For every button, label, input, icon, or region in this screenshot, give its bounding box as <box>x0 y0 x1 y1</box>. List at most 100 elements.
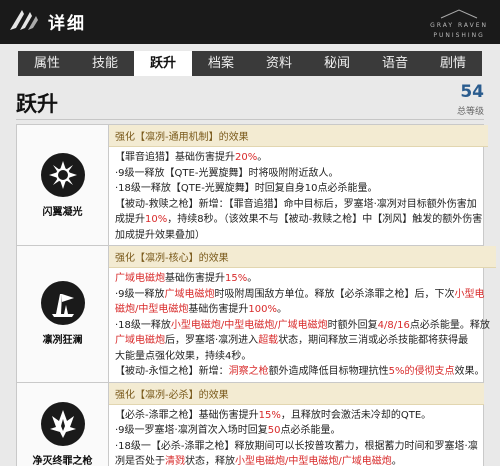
tab-bar: 属性 技能 跃升 档案 资料 秘闻 语音 剧情 <box>18 51 482 76</box>
flag-tower-icon <box>40 281 85 326</box>
highlight-text: 15% <box>225 273 248 284</box>
top-bar: 详细 GRAY RAVEN PUNISHING <box>0 0 500 44</box>
skill-heading: 强化【凛冽-核心】的效果 <box>109 246 496 268</box>
highlight-text: 4/8/16 <box>377 319 410 331</box>
skill-text: 【罪音追猎】基础伤害提升 <box>115 152 235 163</box>
highlight-text: 广域电磁炮 <box>164 288 215 300</box>
highlight-text: 100% <box>248 304 277 315</box>
brand-mark-icon <box>440 9 478 19</box>
skill-text: 【必杀-涤罪之枪】基础伤害提升 <box>115 409 259 421</box>
skill-table: 闪翼凝光 强化【凛冽-通用机制】的效果 【罪音追猎】基础伤害提升20%。 ·9级一… <box>16 124 496 466</box>
skill-body: 强化【凛冽-核心】的效果 广域电磁炮基础伤害提升15%。 ·9级一释放广域电磁炮时… <box>109 246 496 382</box>
brand-line-1: GRAY RAVEN <box>430 22 488 29</box>
highlight-text: 5% <box>388 366 405 377</box>
skill-line: 磁炮/中型电磁炮基础伤害提升100%。 <box>115 302 490 318</box>
skill-heading: 强化【凛冽-通用机制】的效果 <box>109 125 489 147</box>
skill-line: 冽是否处于清戮状态，释放小型电磁炮/中型电磁炮/广域电磁炮。 <box>115 454 478 466</box>
highlight-text: 20% <box>235 152 258 163</box>
skill-line: 广域电磁炮基础伤害提升15%。 <box>115 271 490 287</box>
skill-line: ·18级一释放小型电磁炮/中型电磁炮/广域电磁炮时额外回复4/8/16点必杀能量… <box>115 318 490 334</box>
skill-line: 广域电磁炮后，罗塞塔·凛冽进入超载状态，期间释放三消或必杀技能都将获得最 <box>115 333 490 349</box>
tab-ascension[interactable]: 跃升 <box>134 51 192 76</box>
skill-line: 成提升10%，持续8秒。（该效果不与【被动-救赎之枪】中【冽风】触发的额外伤害 <box>115 212 482 228</box>
brand-logo: GRAY RAVEN PUNISHING <box>430 8 488 41</box>
skill-text: 【被动-救赎之枪】新增：【罪音追猎】命中目标后，罗塞塔·凛冽对目标额外伤害加 <box>115 198 477 210</box>
skill-icon-cell: 净灭终罪之枪 <box>17 382 109 466</box>
header-title: 详细 <box>48 14 86 34</box>
skill-text: 。 <box>276 304 287 315</box>
skill-text: 。 <box>257 152 268 163</box>
highlight-text: 广域电磁炮 <box>115 335 165 346</box>
skill-line: 大能量点强化效果，持续4秒。 <box>115 349 490 365</box>
skill-line: ·9级一释放广域电磁炮时吸附周围敌方单位。释放【必杀涤罪之枪】后，下次小型电 <box>115 287 490 303</box>
total-level-label: 总等级 <box>456 107 484 117</box>
highlight-text: 10% <box>145 214 168 225</box>
skill-row: 净灭终罪之枪 强化【凛冽-必杀】的效果 【必杀-涤罪之枪】基础伤害提升15%，且… <box>16 381 484 466</box>
skill-line: 【被动-永恒之枪】新增：洞察之枪额外造成降低目标物理抗性5%的侵彻支点效果。 <box>115 364 490 380</box>
wing-vortex-icon <box>40 152 85 197</box>
skill-row: 闪翼凝光 强化【凛冽-通用机制】的效果 【罪音追猎】基础伤害提升20%。 ·9级一… <box>16 124 489 246</box>
divider <box>16 119 484 120</box>
highlight-text: 超载 <box>258 335 279 346</box>
skill-line: ·9级一罗塞塔·凛冽首次入场时回复50点必杀能量。 <box>115 423 478 439</box>
tab-info[interactable]: 资料 <box>250 51 308 76</box>
flame-burst-icon <box>40 402 85 447</box>
highlight-text: 清戮 <box>165 456 185 466</box>
skill-text: 。 <box>247 273 258 284</box>
total-level-value: 54 <box>460 82 484 102</box>
skill-text: ，持续8秒。（该效果不与【被动-救赎之枪】中【冽风】触发的额外伤害 <box>167 214 483 225</box>
skill-text: ·18级一【必杀-涤罪之枪】释放期间可以长按普攻蓄力，根据蓄力时间和罗塞塔·凛 <box>115 440 478 452</box>
skill-line: 【必杀-涤罪之枪】基础伤害提升15%，且释放时会激活未冷却的QTE。 <box>115 408 478 424</box>
skill-line: 加成提升效果叠加） <box>115 228 482 244</box>
total-level: 54 总等级 <box>457 82 484 117</box>
skill-name: 闪翼凝光 <box>42 206 83 218</box>
skill-text: 后，罗塞塔·凛冽进入 <box>165 335 259 346</box>
skill-text: 冽是否处于 <box>115 456 165 466</box>
skill-body: 强化【凛冽-通用机制】的效果 【罪音追猎】基础伤害提升20%。 ·9级一释放【QT… <box>109 125 489 245</box>
skill-text: 状态，释放 <box>185 456 235 466</box>
highlight-text: 的侵彻支点 <box>404 366 455 377</box>
skill-text: 成提升 <box>115 214 145 225</box>
skill-text: 。 <box>391 456 402 466</box>
skill-text: ·18级一释放【QTE-光翼旋舞】时回复自身10点必杀能量。 <box>115 183 378 194</box>
page-title: 跃升 <box>16 92 58 116</box>
highlight-text: 50 <box>267 425 281 436</box>
back-emblem-icon[interactable] <box>6 4 42 34</box>
skill-icon-cell: 凛冽狂澜 <box>17 246 109 382</box>
skill-text: 额外造成降低目标物理抗性 <box>268 366 389 377</box>
brand-line-2: PUNISHING <box>433 32 485 39</box>
skill-text: 时额外回复 <box>327 319 378 331</box>
skill-line: ·18级一释放【QTE-光翼旋舞】时回复自身10点必杀能量。 <box>115 181 482 197</box>
skill-lines: 【罪音追猎】基础伤害提升20%。 ·9级一释放【QTE-光翼旋舞】时将吸附附近敌人… <box>109 147 488 245</box>
skill-text: 点必杀能量。 <box>280 425 341 436</box>
skill-lines: 【必杀-涤罪之枪】基础伤害提升15%，且释放时会激活未冷却的QTE。 ·9级一罗塞… <box>109 405 484 466</box>
skill-line: 【罪音追猎】基础伤害提升20%。 <box>115 150 482 166</box>
skill-name: 凛冽狂澜 <box>42 335 83 347</box>
highlight-text: 15% <box>258 409 281 421</box>
skill-text: ·9级一释放【QTE-光翼旋舞】时将吸附附近敌人。 <box>115 167 339 179</box>
highlight-text: 小型电磁炮/中型电磁炮/广域电磁炮 <box>170 319 328 331</box>
skill-text: 加成提升效果叠加） <box>115 229 205 241</box>
tab-skills[interactable]: 技能 <box>76 51 134 76</box>
tab-secrets[interactable]: 秘闻 <box>308 51 366 76</box>
highlight-text: 小型电 <box>454 288 485 300</box>
skill-text: 基础伤害提升 <box>165 273 225 284</box>
tab-archive[interactable]: 档案 <box>192 51 250 76</box>
skill-text: ·9级一释放 <box>115 288 165 300</box>
highlight-text: 磁炮/中型电磁炮 <box>115 304 189 315</box>
skill-heading: 强化【凛冽-必杀】的效果 <box>109 382 484 405</box>
skill-line: ·18级一【必杀-涤罪之枪】释放期间可以长按普攻蓄力，根据蓄力时间和罗塞塔·凛 <box>115 439 478 455</box>
skill-row: 凛冽狂澜 强化【凛冽-核心】的效果 广域电磁炮基础伤害提升15%。 ·9级一释放广… <box>16 245 496 383</box>
highlight-text: 洞察之枪 <box>228 366 269 377</box>
skill-text: 【被动-永恒之枪】新增： <box>115 366 229 377</box>
highlight-text: 小型电磁炮/中型电磁炮/广域电磁炮 <box>235 456 392 466</box>
skill-line: 【被动-救赎之枪】新增：【罪音追猎】命中目标后，罗塞塔·凛冽对目标额外伤害加 <box>115 197 482 213</box>
skill-text: 点必杀能量。释放 <box>409 319 490 331</box>
skill-line: ·9级一释放【QTE-光翼旋舞】时将吸附附近敌人。 <box>115 166 482 182</box>
tab-voice[interactable]: 语音 <box>366 51 424 76</box>
skill-icon-cell: 闪翼凝光 <box>17 125 109 245</box>
skill-body: 强化【凛冽-必杀】的效果 【必杀-涤罪之枪】基础伤害提升15%，且释放时会激活未… <box>109 382 484 466</box>
tab-attributes[interactable]: 属性 <box>18 51 76 76</box>
tab-story[interactable]: 剧情 <box>424 51 482 76</box>
skill-text: 基础伤害提升 <box>188 304 249 315</box>
